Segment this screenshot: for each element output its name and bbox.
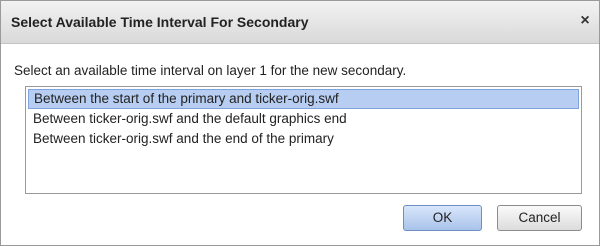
interval-option[interactable]: Between ticker-orig.swf and the default … xyxy=(28,109,581,129)
dialog-title: Select Available Time Interval For Secon… xyxy=(11,14,309,30)
close-icon[interactable]: × xyxy=(575,11,595,31)
ok-button[interactable]: OK xyxy=(403,205,482,231)
select-time-interval-dialog: Select Available Time Interval For Secon… xyxy=(0,0,600,246)
cancel-button[interactable]: Cancel xyxy=(497,205,582,231)
interval-option[interactable]: Between the start of the primary and tic… xyxy=(28,89,579,109)
dialog-prompt: Select an available time interval on lay… xyxy=(14,63,407,78)
interval-listbox[interactable]: Between the start of the primary and tic… xyxy=(25,86,582,194)
interval-option[interactable]: Between ticker-orig.swf and the end of t… xyxy=(28,129,581,149)
dialog-titlebar: Select Available Time Interval For Secon… xyxy=(1,1,599,44)
